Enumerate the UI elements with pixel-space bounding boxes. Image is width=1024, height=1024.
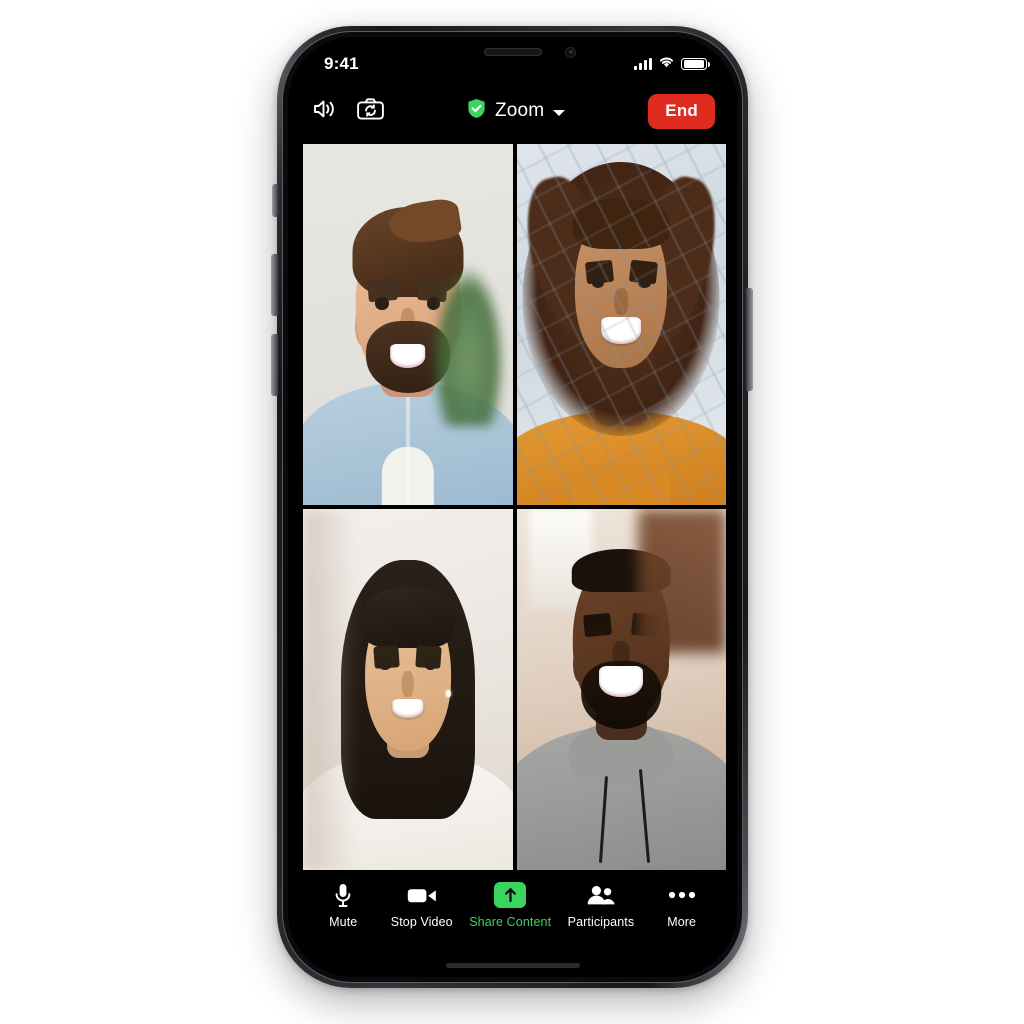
participant-video-4: [516, 509, 726, 870]
call-nav-bar: Zoom End: [288, 83, 737, 139]
participant-tile-4[interactable]: [516, 509, 726, 870]
speaker-wave-icon[interactable]: [312, 98, 337, 125]
participants-icon: [586, 882, 616, 908]
participant-video-2: [516, 144, 726, 505]
participants-button[interactable]: Participants: [568, 882, 635, 929]
participant-video-1: [303, 144, 513, 505]
more-button[interactable]: More: [651, 882, 713, 929]
status-time: 9:41: [324, 54, 359, 73]
share-arrow-up-icon: [494, 882, 527, 908]
participant-tile-3[interactable]: [303, 509, 513, 870]
chevron-down-icon[interactable]: [553, 109, 566, 116]
meeting-title: Zoom: [494, 100, 545, 121]
microphone-icon: [334, 882, 352, 908]
power-button[interactable]: [746, 288, 753, 391]
stop-video-button[interactable]: Stop Video: [391, 882, 453, 929]
share-content-label: Share Content: [469, 915, 552, 929]
mute-label: Mute: [329, 915, 358, 929]
video-camera-icon: [407, 882, 437, 908]
meeting-title-group[interactable]: Zoom: [384, 98, 648, 124]
notch: [428, 37, 597, 67]
shield-check-icon: [467, 98, 486, 124]
mute-button[interactable]: Mute: [312, 882, 374, 929]
cellular-signal-icon: [634, 58, 652, 70]
volume-down-button[interactable]: [271, 334, 278, 396]
call-controls-toolbar: Mute Stop Video Share Content Participan…: [288, 870, 737, 977]
nav-left-controls: [312, 97, 384, 125]
participants-label: Participants: [567, 915, 635, 929]
stop-video-label: Stop Video: [390, 915, 453, 929]
share-content-button[interactable]: Share Content: [469, 882, 551, 929]
screenshot-canvas: 9:41 Zoom End Mute Stop Video Share Cont…: [0, 0, 1024, 1024]
status-indicators: [634, 55, 710, 73]
participant-video-3: [303, 509, 513, 870]
silent-switch-button[interactable]: [272, 184, 278, 217]
participant-tile-1[interactable]: [303, 144, 513, 505]
participant-tile-2[interactable]: [516, 144, 726, 505]
battery-icon: [681, 57, 710, 71]
end-call-button[interactable]: End: [648, 93, 715, 129]
phone-screen: 9:41 Zoom End Mute Stop Video Share Cont…: [288, 37, 737, 977]
home-indicator[interactable]: [445, 963, 580, 968]
participant-video-grid: [303, 144, 726, 870]
more-label: More: [667, 915, 697, 929]
volume-up-button[interactable]: [271, 254, 278, 316]
wifi-icon: [658, 55, 675, 73]
front-camera-icon: [564, 47, 576, 58]
ellipsis-icon: [668, 882, 696, 908]
camera-flip-icon[interactable]: [357, 97, 384, 125]
earpiece-speaker-icon: [483, 48, 542, 56]
